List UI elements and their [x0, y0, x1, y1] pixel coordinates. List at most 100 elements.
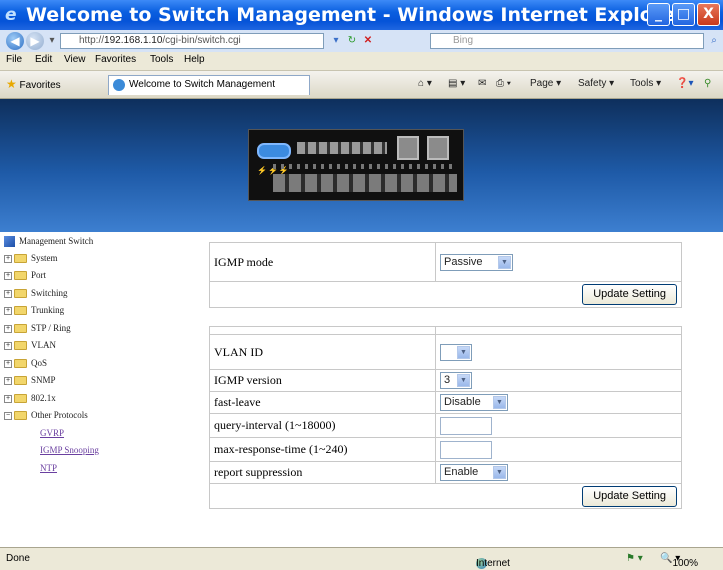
tab-title: Welcome to Switch Management: [129, 79, 275, 90]
forward-button[interactable]: ▶: [26, 32, 44, 50]
search-placeholder: Bing: [453, 35, 474, 46]
sidebar-item-other-protocols[interactable]: − Other Protocols: [4, 410, 88, 421]
zoom-level: 100%: [672, 558, 699, 569]
page-menu[interactable]: Page ▾: [530, 78, 561, 89]
spacer-cell: [435, 326, 682, 335]
favorites-label: Favorites: [19, 80, 61, 91]
sidebar-item-trunking[interactable]: + Trunking: [4, 305, 64, 316]
sidebar-item-8021x[interactable]: +802.1x: [4, 393, 56, 404]
ethernet-ports-icon: [273, 174, 457, 192]
url-path: /cgi-bin/switch.cgi: [162, 35, 241, 46]
search-icon[interactable]: ⌕: [708, 35, 720, 47]
fast-leave-select[interactable]: Disable ▼: [440, 394, 508, 411]
sidebar-item-switching[interactable]: + Switching: [4, 288, 68, 299]
switch-icon: [4, 236, 15, 248]
folder-icon: [14, 254, 27, 264]
menu-favorites[interactable]: Favorites: [95, 54, 136, 65]
browser-tab[interactable]: Welcome to Switch Management: [108, 75, 310, 95]
igmp-version-select[interactable]: 3 ▼: [440, 372, 472, 389]
sidebar-item-port[interactable]: + Port: [4, 270, 46, 281]
expand-icon[interactable]: +: [4, 254, 12, 263]
max-response-time-label: max-response-time (1~240): [209, 437, 436, 462]
folder-icon: [14, 376, 27, 386]
query-interval-input[interactable]: [440, 416, 492, 435]
sidebar-link-ntp[interactable]: NTP: [40, 463, 57, 473]
address-toolbar: ◀ ▶ ▾ http://192.168.1.10/cgi-bin/switch…: [0, 30, 723, 52]
console-port-icon: [257, 143, 291, 159]
safety-menu[interactable]: Safety ▾: [578, 78, 614, 89]
igmp-mode-form: IGMP mode Passive ▼ Update Setting: [209, 242, 682, 308]
nav-dropdown-icon[interactable]: ▾: [46, 35, 58, 47]
protected-mode-icon[interactable]: ⚑ ▾: [626, 553, 643, 564]
command-bar: ★ Favorites Welcome to Switch Management…: [0, 71, 723, 99]
stop-icon[interactable]: ✕: [362, 35, 374, 47]
vlan-igmp-form: VLAN ID ▼ IGMP version 3 ▼ fast-leave Di…: [209, 326, 682, 509]
feeds-icon[interactable]: ▤ ▾: [448, 78, 465, 89]
back-button[interactable]: ◀: [6, 32, 24, 50]
print-icon[interactable]: ⎙ ▾: [496, 78, 511, 89]
fiber-ports-icon: [297, 142, 387, 154]
report-suppression-select[interactable]: Enable ▼: [440, 464, 508, 481]
help-icon[interactable]: ❓▾: [676, 78, 693, 89]
ie-logo-icon: e: [5, 5, 17, 25]
sidebar-item-stp-ring[interactable]: + STP / Ring: [4, 323, 71, 334]
address-input[interactable]: http://192.168.1.10/cgi-bin/switch.cgi: [60, 33, 324, 49]
zoom-control[interactable]: 🔍 100% ▾: [660, 553, 698, 569]
folder-icon: [14, 324, 27, 334]
tools-menu[interactable]: Tools ▾: [630, 78, 661, 89]
expand-icon[interactable]: +: [4, 394, 12, 403]
refresh-icon[interactable]: ↻: [346, 35, 358, 47]
status-bar: Done Internet ⚑ ▾ 🔍 100% ▾: [0, 547, 723, 570]
chevron-down-icon: ▼: [493, 466, 506, 479]
expand-icon[interactable]: +: [4, 341, 12, 350]
close-button[interactable]: X: [697, 3, 720, 26]
update-setting-button[interactable]: Update Setting: [582, 284, 677, 305]
max-response-time-input[interactable]: [440, 440, 492, 459]
favorites-star-icon: ★: [6, 77, 17, 91]
mail-icon[interactable]: ✉: [478, 78, 486, 89]
minimize-button[interactable]: _: [647, 3, 670, 26]
expand-icon[interactable]: +: [4, 376, 12, 385]
expand-icon[interactable]: +: [4, 359, 12, 368]
expand-icon[interactable]: +: [4, 289, 12, 298]
search-input[interactable]: Bing: [430, 33, 704, 49]
igmp-mode-label: IGMP mode: [209, 242, 436, 282]
vlan-id-label: VLAN ID: [209, 334, 436, 370]
collapse-icon[interactable]: −: [4, 411, 12, 420]
address-dropdown-icon[interactable]: ▾: [330, 35, 342, 47]
expand-icon[interactable]: +: [4, 324, 12, 333]
sidebar-tree: Management Switch + System + Port + Switchi…: [0, 232, 205, 547]
chevron-down-icon: ▼: [457, 374, 470, 387]
menu-help[interactable]: Help: [184, 54, 205, 65]
page-favicon-icon: [113, 79, 125, 91]
expand-icon[interactable]: +: [4, 306, 12, 315]
tree-root[interactable]: Management Switch: [4, 236, 93, 248]
folder-icon: [14, 359, 27, 369]
home-icon[interactable]: ⌂ ▾: [418, 78, 432, 89]
sidebar-item-qos[interactable]: + QoS: [4, 358, 47, 369]
igmp-mode-select[interactable]: Passive ▼: [440, 253, 513, 271]
folder-icon: [14, 289, 27, 299]
favorites-button[interactable]: ★ Favorites: [6, 77, 61, 91]
url-host: 192.168.1.10: [104, 35, 163, 46]
sidebar-link-igmp-snooping[interactable]: IGMP Snooping: [40, 445, 99, 455]
sidebar-item-vlan[interactable]: + VLAN: [4, 340, 56, 351]
menu-file[interactable]: File: [6, 54, 22, 65]
window-title-bar: e Welcome to Switch Management - Windows…: [0, 0, 723, 30]
expand-icon[interactable]: +: [4, 271, 12, 280]
menu-edit[interactable]: Edit: [35, 54, 52, 65]
url-prefix: http://: [79, 35, 105, 46]
menu-view[interactable]: View: [64, 54, 86, 65]
update-setting-button[interactable]: Update Setting: [582, 485, 677, 507]
menu-tools[interactable]: Tools: [150, 54, 173, 65]
maximize-button[interactable]: □: [672, 3, 695, 26]
folder-icon: [14, 394, 27, 404]
folder-icon: [14, 341, 27, 351]
sidebar-item-snmp[interactable]: + SNMP: [4, 375, 56, 386]
research-icon[interactable]: ⚲: [704, 78, 711, 89]
sidebar-item-system[interactable]: + System: [4, 253, 58, 264]
uplink-port-icon: [397, 136, 419, 160]
vlan-id-select[interactable]: ▼: [440, 343, 472, 361]
status-text: Done: [6, 553, 30, 564]
sidebar-link-gvrp[interactable]: GVRP: [40, 428, 64, 438]
